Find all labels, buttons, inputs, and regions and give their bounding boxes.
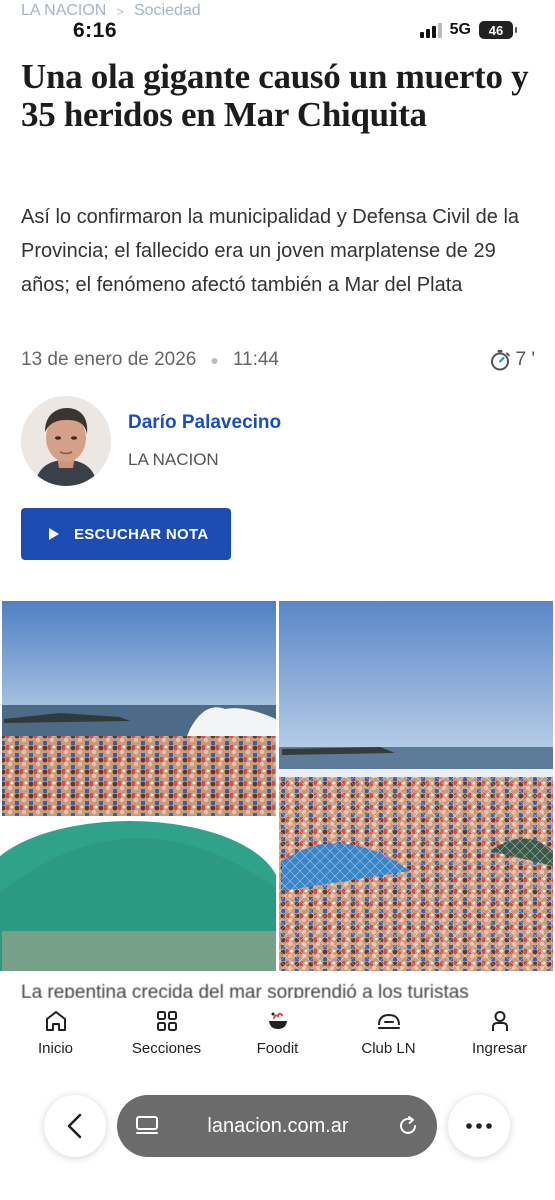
back-button[interactable] <box>44 1095 106 1157</box>
article-date: 13 de enero de 2026 <box>21 349 197 370</box>
status-indicators: 5G 46 <box>419 21 517 39</box>
breadcrumb-section[interactable]: Sociedad <box>134 2 201 20</box>
tab-foodit[interactable]: Foodit <box>223 1008 333 1057</box>
food-bowl-icon <box>268 1012 287 1029</box>
article-meta: 13 de enero de 2026 ● 11:44 7 ' <box>21 346 535 374</box>
more-options-button[interactable] <box>448 1095 510 1157</box>
article-body-partial: La repentina crecida del mar sorprendió … <box>0 970 555 1000</box>
author-info: Darío Palavecino LA NACION <box>128 412 281 470</box>
play-icon <box>49 528 59 540</box>
article-photo[interactable] <box>0 601 555 971</box>
tab-ingresar[interactable]: Ingresar <box>445 1008 555 1057</box>
article-time: 11:44 <box>232 349 279 370</box>
breadcrumb-separator: > <box>116 3 124 19</box>
stopwatch-icon <box>490 350 510 371</box>
author-name-link[interactable]: Darío Palavecino <box>128 412 281 434</box>
tab-club-ln-label: Club LN <box>361 1040 416 1057</box>
listen-article-button[interactable]: ESCUCHAR NOTA <box>21 508 231 560</box>
club-icon <box>377 1013 400 1029</box>
author-portrait <box>21 396 111 486</box>
browser-toolbar: lanacion.com.ar <box>0 1082 555 1200</box>
tab-inicio[interactable]: Inicio <box>1 1008 111 1057</box>
breadcrumb-site[interactable]: LA NACION <box>21 2 106 20</box>
tab-secciones[interactable]: Secciones <box>112 1008 222 1057</box>
article-headline: Una ola gigante causó un muerto y 35 her… <box>21 57 529 134</box>
chevron-left-icon <box>67 1113 82 1139</box>
battery-level: 46 <box>488 22 504 38</box>
more-dots-icon <box>466 1123 492 1129</box>
url-text: lanacion.com.ar <box>207 1114 349 1137</box>
author-organization: LA NACION <box>128 450 219 469</box>
page-menu-icon[interactable] <box>135 1115 159 1137</box>
home-icon <box>45 1011 66 1031</box>
photo-right-panel <box>279 601 553 971</box>
listen-button-label: ESCUCHAR NOTA <box>74 525 209 543</box>
bottom-tab-bar: Inicio Secciones Foodit Club LN Ingresar <box>0 998 555 1070</box>
tab-club-ln[interactable]: Club LN <box>334 1008 444 1057</box>
reading-time: 7 ' <box>488 348 535 372</box>
meta-separator-dot: ● <box>210 352 219 368</box>
network-type: 5G <box>449 21 471 38</box>
address-bar[interactable]: lanacion.com.ar <box>117 1095 437 1157</box>
tab-ingresar-label: Ingresar <box>471 1040 528 1057</box>
signal-icon <box>419 22 442 38</box>
person-icon <box>491 1011 508 1031</box>
tab-inicio-label: Inicio <box>37 1040 74 1057</box>
status-time: 6:16 <box>73 19 118 42</box>
tab-secciones-label: Secciones <box>131 1040 202 1057</box>
reading-time-value: 7 ' <box>515 349 535 370</box>
author-block: Darío Palavecino LA NACION <box>21 396 281 486</box>
reload-icon[interactable] <box>397 1115 419 1137</box>
author-avatar[interactable] <box>21 396 111 486</box>
grid-icon <box>156 1011 177 1031</box>
article-subtitle: Así lo confirmaron la municipalidad y De… <box>21 206 520 296</box>
battery-icon: 46 <box>479 21 517 39</box>
tab-foodit-label: Foodit <box>256 1040 299 1057</box>
photo-left-panel <box>0 601 280 971</box>
